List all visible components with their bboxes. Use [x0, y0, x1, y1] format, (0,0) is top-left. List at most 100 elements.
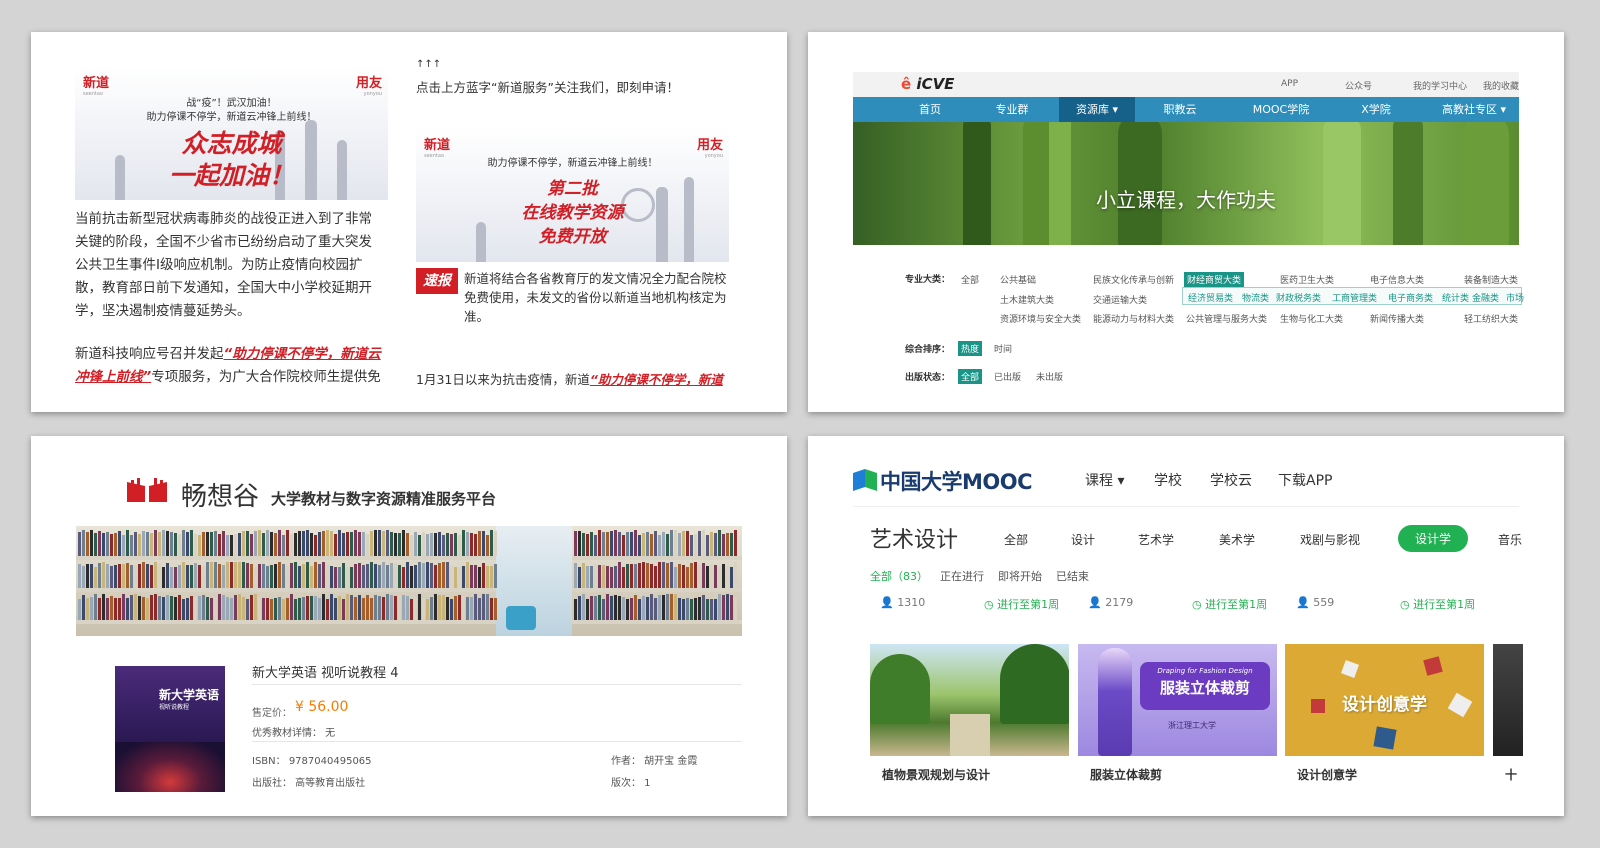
subcat-design-studies[interactable]: 设计学: [1398, 525, 1469, 552]
icve-logo[interactable]: ê iCVE: [901, 75, 954, 93]
card4-title-partial[interactable]: 十: [1505, 766, 1517, 783]
subcat-fine-arts[interactable]: 美术学: [1219, 531, 1255, 548]
nav-courses[interactable]: 课程 ▾: [1085, 470, 1124, 490]
state-upcoming[interactable]: 即将开始: [998, 568, 1042, 584]
nav-zhijiaoyun[interactable]: 职教云: [1143, 97, 1217, 122]
book-spine: [290, 563, 293, 588]
book-spine: [246, 599, 249, 620]
book-spine: [414, 598, 417, 620]
icve-banner[interactable]: 小立课程，大作功夫: [853, 122, 1519, 245]
book-spine: [350, 595, 353, 620]
state-finished[interactable]: 已结束: [1056, 568, 1089, 584]
filter-major-media[interactable]: 新闻传播大类: [1370, 312, 1424, 325]
campaign-link-cont[interactable]: 冲锋上前线”: [75, 369, 151, 385]
brand-tagline: 大学教材与数字资源精准服务平台: [271, 490, 497, 508]
book-spine: [386, 565, 389, 588]
nav-resource-library[interactable]: 资源库 ▾: [1059, 97, 1135, 122]
filter-major-culture[interactable]: 民族文化传承与创新: [1093, 273, 1174, 286]
filter-major-environment[interactable]: 资源环境与安全大类: [1000, 312, 1081, 325]
filter-major-transport[interactable]: 交通运输大类: [1093, 293, 1147, 306]
subfilter-logistics[interactable]: 物流类: [1242, 291, 1269, 304]
filter-major-finance[interactable]: 财经商贸大类: [1184, 272, 1245, 287]
book-spine: [694, 598, 697, 620]
nav-school-cloud[interactable]: 学校云: [1210, 470, 1252, 490]
top-link-official-account[interactable]: 公众号: [1345, 79, 1372, 92]
filter-major-medical[interactable]: 医药卫生大类: [1280, 273, 1334, 286]
subcat-art-studies[interactable]: 艺术学: [1138, 531, 1174, 548]
subfilter-market[interactable]: 市场: [1506, 291, 1524, 304]
follow-prompt[interactable]: 点击上方蓝字“新道服务”关注我们，即刻申请！: [416, 76, 679, 99]
nav-download-app[interactable]: 下载APP: [1278, 470, 1332, 490]
nav-x-college[interactable]: X学院: [1339, 97, 1413, 122]
book-spine: [378, 596, 381, 620]
card3-image[interactable]: 设计创意学: [1285, 644, 1484, 756]
card2-image[interactable]: Draping for Fashion Design 服装立体裁剪 浙江理工大学: [1078, 644, 1277, 756]
nav-hep-zone[interactable]: 高教社专区 ▾: [1429, 97, 1519, 122]
state-all[interactable]: 全部（83）: [870, 568, 928, 584]
status-unpublished[interactable]: 未出版: [1036, 370, 1063, 383]
book-spine: [330, 531, 333, 556]
subfilter-tax[interactable]: 财政税务类: [1276, 291, 1321, 304]
nav-mooc-college[interactable]: MOOC学院: [1233, 97, 1329, 122]
book-spine: [130, 535, 133, 556]
poster-slogan2: 在线教学资源: [521, 203, 624, 223]
book-spine: [682, 565, 685, 588]
filter-major-energy[interactable]: 能源动力与材料大类: [1093, 312, 1174, 325]
book-spine: [254, 531, 257, 556]
nav-schools[interactable]: 学校: [1154, 470, 1182, 490]
filter-major-civil[interactable]: 土木建筑大类: [1000, 293, 1054, 306]
book-spine: [682, 531, 685, 556]
subfilter-statistics[interactable]: 统计类: [1442, 291, 1469, 304]
subcat-design[interactable]: 设计: [1071, 531, 1095, 548]
nav-home[interactable]: 首页: [893, 97, 967, 122]
filter-major-all[interactable]: 全部: [961, 273, 979, 286]
subfilter-trade[interactable]: 经济贸易类: [1188, 291, 1233, 304]
state-ongoing[interactable]: 正在进行: [940, 568, 984, 584]
book-spine: [330, 566, 333, 588]
filter-major-public-admin[interactable]: 公共管理与服务大类: [1186, 312, 1267, 325]
book-spine: [154, 594, 157, 620]
book-spine: [630, 564, 633, 588]
subfilter-business[interactable]: 工商管理类: [1332, 291, 1377, 304]
filter-major-textile[interactable]: 轻工纺织大类: [1464, 312, 1518, 325]
filter-major-label: 专业大类：: [905, 275, 951, 285]
sort-time[interactable]: 时间: [994, 342, 1012, 355]
status-published[interactable]: 已出版: [994, 370, 1021, 383]
filter-major-public[interactable]: 公共基础: [1000, 273, 1036, 286]
book-title[interactable]: 新大学英语 视听说教程 4: [252, 662, 399, 681]
card1-image[interactable]: [870, 644, 1069, 756]
subcat-all[interactable]: 全部: [1004, 531, 1028, 548]
card1-title[interactable]: 植物景观规划与设计: [882, 766, 990, 783]
subfilter-ecommerce[interactable]: 电子商务类: [1388, 291, 1433, 304]
top-link-app[interactable]: APP: [1281, 79, 1298, 89]
mooc-logo-text[interactable]: 中国大学MOOC: [880, 466, 1033, 496]
card2-title[interactable]: 服装立体裁剪: [1090, 766, 1162, 783]
filter-major-bio[interactable]: 生物与化工大类: [1280, 312, 1343, 325]
campaign-link[interactable]: “助力停课不停学，新道: [590, 372, 723, 387]
subfilter-finance[interactable]: 金融类: [1472, 291, 1499, 304]
book-cover[interactable]: 新大学英语 视听说教程: [115, 666, 225, 792]
card3-title[interactable]: 设计创意学: [1297, 766, 1357, 783]
nav-major-groups[interactable]: 专业群: [975, 97, 1049, 122]
status-all[interactable]: 全部: [958, 369, 983, 384]
sort-popularity[interactable]: 热度: [958, 341, 983, 356]
book-spine: [122, 535, 125, 556]
book-spine: [254, 594, 257, 620]
book-spine: [442, 595, 445, 620]
price-label: 售定价：: [252, 708, 292, 719]
card2-badge: Draping for Fashion Design 服装立体裁剪: [1140, 662, 1270, 710]
open-book-logo-icon: [127, 478, 167, 502]
book-spine: [258, 597, 261, 620]
book-spine: [670, 530, 673, 556]
filter-major-equipment[interactable]: 装备制造大类: [1464, 273, 1518, 286]
filter-major-electronics[interactable]: 电子信息大类: [1370, 273, 1424, 286]
subcat-music[interactable]: 音乐: [1498, 531, 1522, 548]
top-link-learning-center[interactable]: 我的学习中心: [1413, 79, 1467, 92]
book-spine: [110, 534, 113, 556]
card4-image-partial[interactable]: [1493, 644, 1523, 756]
top-link-favorites[interactable]: 我的收藏: [1483, 79, 1519, 92]
book-spine: [490, 598, 493, 620]
campaign-link[interactable]: “助力停课不停学，新道云: [224, 346, 381, 362]
book-spine: [134, 532, 137, 556]
subcat-drama-film[interactable]: 戏剧与影视: [1300, 531, 1360, 548]
